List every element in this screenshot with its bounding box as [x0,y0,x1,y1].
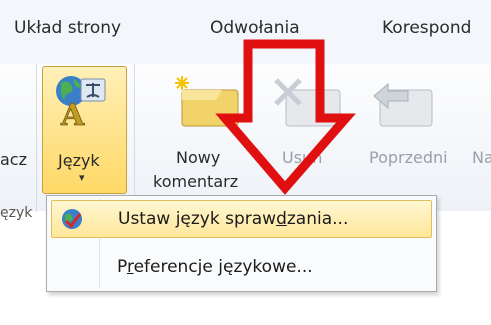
down-arrow-annotation-icon [215,39,356,195]
